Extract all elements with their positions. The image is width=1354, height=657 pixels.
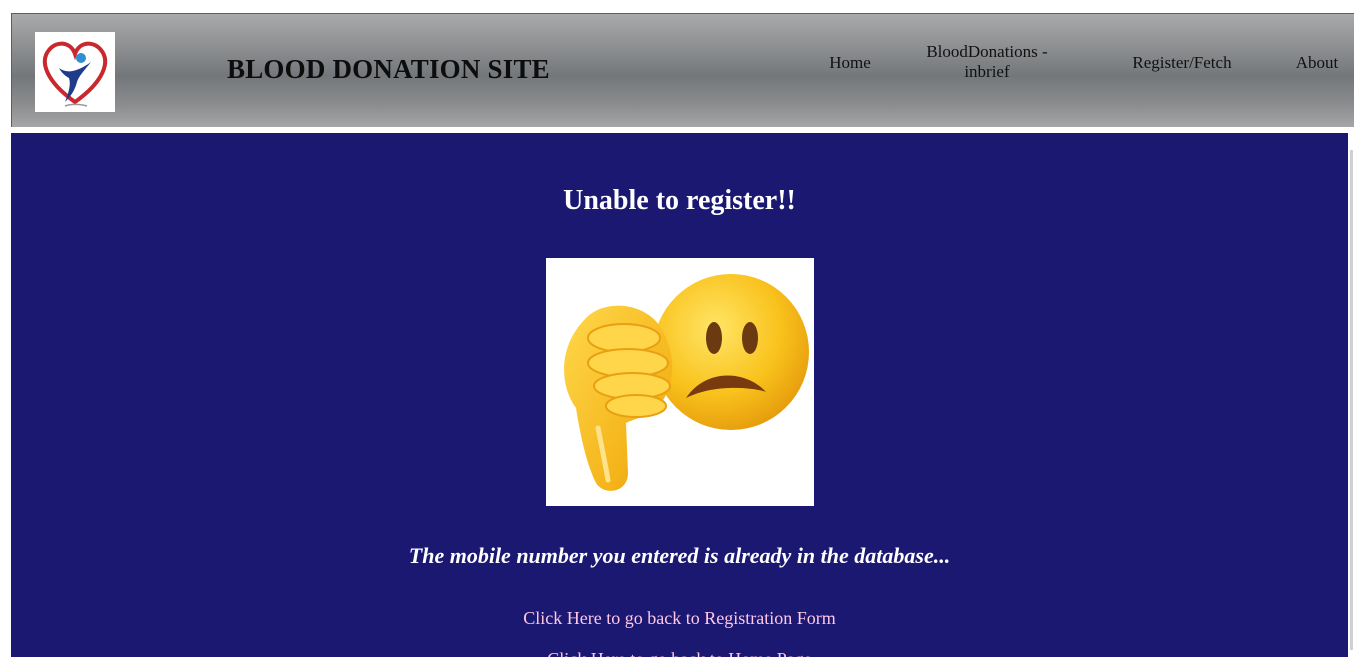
nav-home-link[interactable]: Home (815, 53, 885, 73)
error-message: The mobile number you entered is already… (408, 543, 951, 568)
thumbs-down-sad-emoji-icon (546, 258, 814, 506)
heart-person-logo-icon[interactable] (35, 32, 115, 112)
main-content: Unable to register!! The mobile number y… (11, 133, 1348, 657)
site-title: BLOOD DONATION SITE (227, 54, 550, 84)
nav-register-fetch-link[interactable]: Register/Fetch (1112, 53, 1252, 73)
back-to-registration-link[interactable]: Click Here to go back to Registration Fo… (11, 608, 1348, 629)
nav-blood-donations-line1: BloodDonations - (926, 42, 1048, 61)
scrollbar-thumb[interactable] (1350, 150, 1353, 650)
nav-about-link[interactable]: About (1282, 53, 1352, 73)
page-title: Unable to register!! (563, 185, 796, 216)
nav-blood-donations-link[interactable]: BloodDonations - inbrief (907, 42, 1067, 82)
page: BLOOD DONATION SITE Home BloodDonations … (0, 0, 1354, 657)
back-to-home-link[interactable]: Click Here to go back to Home Page (11, 649, 1348, 657)
site-header: BLOOD DONATION SITE Home BloodDonations … (11, 13, 1354, 127)
nav-blood-donations-line2: inbrief (964, 62, 1010, 81)
